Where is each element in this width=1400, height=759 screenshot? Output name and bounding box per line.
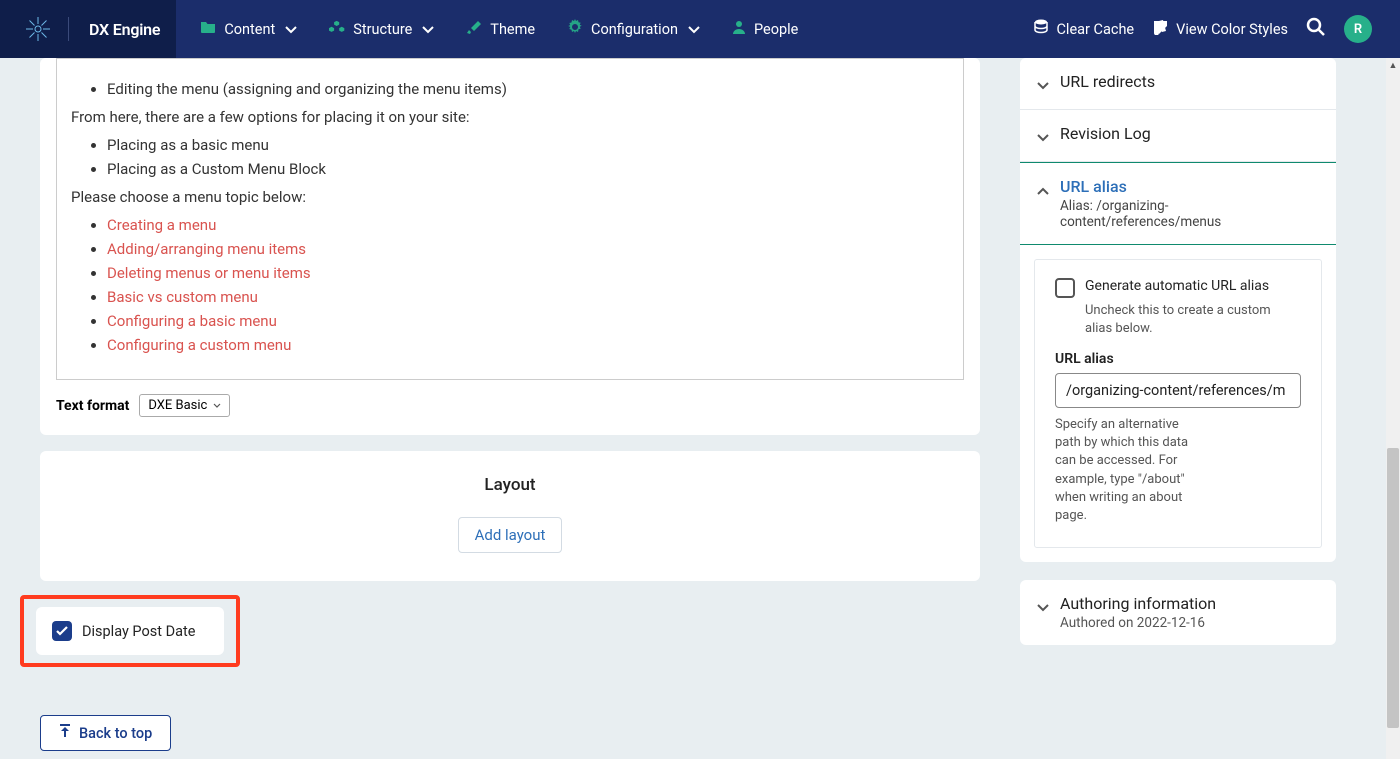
chevron-down-icon [1036,598,1050,617]
paragraph: From here, there are a few options for p… [71,105,949,129]
editor-link[interactable]: Deleting menus or menu items [107,264,311,282]
sidebar: URL redirects Revision Log URL alias Ali… [1020,58,1336,739]
scroll-up-arrow[interactable]: ▲ [1386,58,1400,72]
paragraph: Please choose a menu topic below: [71,185,949,209]
editor-link[interactable]: Adding/arranging menu items [107,240,306,258]
nav-theme[interactable]: Theme [450,0,551,58]
gen-auto-help: Uncheck this to create a custom alias be… [1085,302,1301,337]
nav-items: Content Structure Theme Configuration Pe… [184,0,814,58]
gear-icon [567,19,583,39]
alias-help: Specify an alternative path by which thi… [1055,416,1205,525]
nav-content[interactable]: Content [184,0,313,58]
scrollbar[interactable]: ▲ [1386,58,1400,759]
url-alias-input[interactable] [1055,373,1301,408]
display-post-date-checkbox[interactable] [52,621,72,641]
editor-link[interactable]: Creating a menu [107,216,216,234]
brand-text: DX Engine [89,20,160,39]
chevron-down-icon [1036,128,1050,147]
navbar: DX Engine Content Structure Theme Config… [0,0,1400,58]
layout-card: Layout Add layout [40,451,980,581]
text-format-select[interactable]: DXE Basic [139,394,230,417]
accordion-url-alias[interactable]: URL alias Alias: /organizing-content/ref… [1020,162,1336,245]
highlight-annotation: Display Post Date [20,595,240,667]
post-date-card: Display Post Date [36,607,224,655]
divider [68,17,69,41]
list-item: Placing as a Custom Menu Block [107,157,949,181]
list-item: Editing the menu (assigning and organizi… [107,77,949,101]
alias-body: Generate automatic URL alias Uncheck thi… [1034,259,1322,548]
swatch-icon [1152,19,1168,39]
nav-people[interactable]: People [716,0,814,58]
post-date-label: Display Post Date [82,623,195,640]
logo-icon [24,15,52,43]
add-layout-button[interactable]: Add layout [458,517,563,553]
generate-auto-alias-checkbox[interactable] [1055,278,1075,298]
side-card: URL redirects Revision Log URL alias Ali… [1020,58,1336,562]
editor-card: Editing the menu (assigning and organizi… [40,58,980,435]
accordion-authoring-info[interactable]: Authoring information Authored on 2022-1… [1020,580,1336,645]
person-icon [732,20,746,38]
scroll-thumb[interactable] [1387,448,1399,728]
database-icon [1034,19,1048,39]
text-format-label: Text format [56,398,129,414]
brush-icon [466,20,482,38]
view-colors-button[interactable]: View Color Styles [1152,19,1288,39]
content: Editing the menu (assigning and organizi… [0,58,1400,759]
accordion-revision-log[interactable]: Revision Log [1020,110,1336,162]
search-icon[interactable] [1306,17,1326,41]
chevron-down-icon [285,21,297,38]
list-item: Placing as a basic menu [107,133,949,157]
chevron-up-icon [1036,181,1050,200]
nav-structure[interactable]: Structure [313,0,450,58]
arrow-up-icon [59,724,71,742]
chevron-down-icon [688,21,700,38]
accordion-url-redirects[interactable]: URL redirects [1020,58,1336,110]
editor-link[interactable]: Configuring a basic menu [107,312,277,330]
alias-field-label: URL alias [1055,351,1301,367]
cubes-icon [329,20,345,38]
logo-area[interactable]: DX Engine [0,0,176,58]
layout-title: Layout [40,475,980,495]
nav-configuration[interactable]: Configuration [551,0,716,58]
chevron-down-icon [422,21,434,38]
avatar[interactable]: R [1344,15,1372,43]
editor-link[interactable]: Basic vs custom menu [107,288,258,306]
editor-link[interactable]: Configuring a custom menu [107,336,291,354]
text-format-row: Text format DXE Basic [40,380,980,417]
chevron-down-icon [1036,76,1050,95]
main-column: Editing the menu (assigning and organizi… [40,58,980,739]
clear-cache-button[interactable]: Clear Cache [1034,19,1134,39]
back-to-top-button[interactable]: Back to top [40,715,171,751]
nav-right: Clear Cache View Color Styles R [1034,15,1400,43]
gen-auto-label: Generate automatic URL alias [1085,278,1269,294]
editor-textarea[interactable]: Editing the menu (assigning and organizi… [56,58,964,380]
chevron-down-icon [213,398,221,413]
folder-icon [200,20,216,38]
